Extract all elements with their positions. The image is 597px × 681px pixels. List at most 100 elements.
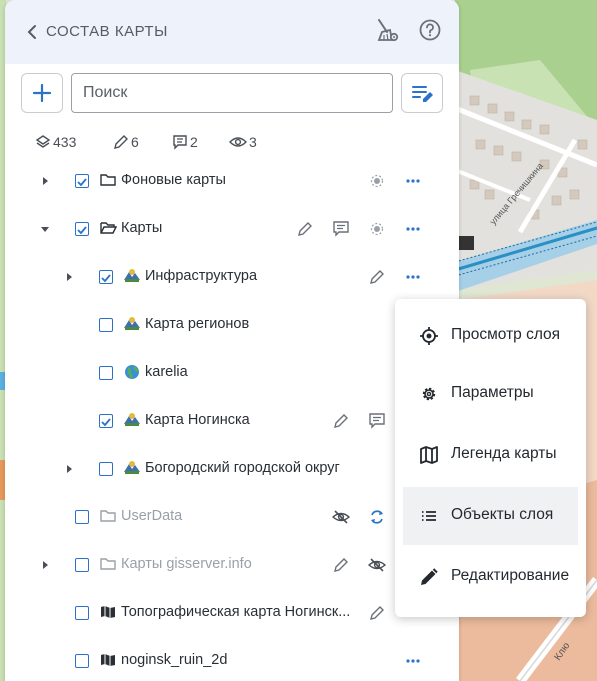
menu-item-map-legend[interactable]: Легенда карты bbox=[403, 426, 578, 484]
caret-down-icon[interactable] bbox=[39, 222, 51, 236]
search-input[interactable] bbox=[71, 73, 393, 113]
panel-title: СОСТАВ КАРТЫ bbox=[46, 23, 168, 40]
comments-count-value: 2 bbox=[190, 134, 198, 150]
editable-count: 6 bbox=[113, 134, 139, 150]
layers-count-value: 433 bbox=[53, 134, 77, 150]
layer-label: noginsk_ruin_2d bbox=[121, 652, 228, 668]
layer-label: Инфраструктура bbox=[145, 268, 258, 284]
layers-icon bbox=[35, 135, 51, 148]
menu-item-label: Редактирование bbox=[451, 567, 570, 584]
layer-checkbox[interactable] bbox=[75, 510, 89, 524]
layer-checkbox[interactable] bbox=[75, 558, 89, 572]
layer-context-menu: Просмотр слоя Параметры Легенда карты Об… bbox=[395, 299, 586, 617]
folder-icon bbox=[100, 174, 116, 186]
broom-settings-icon[interactable] bbox=[373, 18, 399, 44]
layer-label: Топографическая карта Ногинск... bbox=[121, 604, 351, 620]
layer-label: Карта Ногинска bbox=[145, 412, 250, 428]
view-layer-icon[interactable] bbox=[368, 172, 386, 190]
help-icon[interactable] bbox=[419, 19, 441, 41]
map-legend-icon bbox=[420, 446, 438, 464]
more-options-icon[interactable] bbox=[404, 172, 422, 190]
menu-item-editing[interactable]: Редактирование bbox=[403, 548, 578, 606]
more-options-icon[interactable] bbox=[404, 652, 422, 670]
caret-right-icon[interactable] bbox=[39, 174, 51, 188]
editable-count-value: 6 bbox=[131, 134, 139, 150]
layer-checkbox[interactable] bbox=[75, 222, 89, 236]
refresh-icon[interactable] bbox=[368, 508, 386, 526]
edit-list-button[interactable] bbox=[401, 73, 443, 113]
layer-label: Карты bbox=[121, 220, 163, 236]
menu-item-label: Объекты слоя bbox=[451, 506, 554, 523]
layer-checkbox[interactable] bbox=[99, 462, 113, 476]
tree-row-topographic-map[interactable]: Топографическая карта Ногинск... bbox=[5, 589, 459, 637]
tree-row-karelia[interactable]: karelia bbox=[5, 349, 459, 397]
edit-icon[interactable] bbox=[368, 604, 386, 622]
eye-off-icon[interactable] bbox=[332, 508, 350, 526]
tree-row-userdata[interactable]: UserData bbox=[5, 493, 459, 541]
more-options-icon[interactable] bbox=[404, 220, 422, 238]
tree-row-bogorodsky[interactable]: Богородский городской округ bbox=[5, 445, 459, 493]
map-layer-icon bbox=[124, 269, 140, 282]
tree-row-noginsk-ruin[interactable]: noginsk_ruin_2d bbox=[5, 637, 459, 681]
layer-label: Богородский городской округ bbox=[145, 460, 340, 476]
map-layer-icon bbox=[124, 413, 140, 426]
layer-checkbox[interactable] bbox=[99, 270, 113, 284]
layer-label: Карты gisserver.info bbox=[121, 556, 252, 572]
menu-item-view-layer[interactable]: Просмотр слоя bbox=[403, 307, 578, 365]
edit-icon[interactable] bbox=[332, 556, 350, 574]
gear-icon bbox=[422, 387, 436, 401]
caret-right-icon[interactable] bbox=[63, 462, 75, 476]
layer-label: karelia bbox=[145, 364, 188, 380]
edit-icon[interactable] bbox=[332, 412, 350, 430]
layer-checkbox[interactable] bbox=[99, 366, 113, 380]
visible-count-value: 3 bbox=[249, 134, 257, 150]
menu-item-label: Просмотр слоя bbox=[451, 326, 561, 343]
layer-label: Карта регионов bbox=[145, 316, 250, 332]
comment-icon[interactable] bbox=[368, 412, 386, 430]
tree-row-infrastructure[interactable]: Инфраструктура bbox=[5, 253, 459, 301]
tree-row-background-maps[interactable]: Фоновые карты bbox=[5, 157, 459, 205]
layer-checkbox[interactable] bbox=[99, 318, 113, 332]
comment-icon[interactable] bbox=[332, 220, 350, 238]
tree-row-noginsk-map[interactable]: Карта Ногинска bbox=[5, 397, 459, 445]
edit-icon[interactable] bbox=[296, 220, 314, 238]
layers-count: 433 bbox=[35, 134, 76, 150]
panel-header: СОСТАВ КАРТЫ bbox=[5, 0, 459, 64]
layer-label: UserData bbox=[121, 508, 183, 524]
menu-item-layer-objects[interactable]: Объекты слоя bbox=[403, 487, 578, 545]
eye-icon bbox=[229, 137, 247, 147]
tree-row-regions-map[interactable]: Карта регионов bbox=[5, 301, 459, 349]
layer-checkbox[interactable] bbox=[75, 606, 89, 620]
pencil-icon bbox=[421, 568, 438, 585]
folder-open-icon bbox=[100, 222, 117, 234]
layer-checkbox[interactable] bbox=[75, 174, 89, 188]
tree-row-maps[interactable]: Карты bbox=[5, 205, 459, 253]
target-icon bbox=[420, 327, 438, 345]
layer-checkbox[interactable] bbox=[99, 414, 113, 428]
edit-icon[interactable] bbox=[368, 268, 386, 286]
list-edit-icon bbox=[412, 86, 433, 102]
caret-right-icon[interactable] bbox=[39, 558, 51, 572]
comment-icon bbox=[173, 135, 187, 150]
folder-icon bbox=[100, 510, 116, 522]
view-layer-icon[interactable] bbox=[368, 220, 386, 238]
more-options-icon[interactable] bbox=[404, 268, 422, 286]
chevron-left-icon[interactable] bbox=[25, 23, 39, 41]
menu-item-parameters[interactable]: Параметры bbox=[403, 365, 578, 423]
plus-icon bbox=[32, 83, 52, 103]
add-layer-button[interactable] bbox=[21, 73, 63, 113]
pencil-icon bbox=[114, 135, 128, 149]
map-layer-icon bbox=[124, 461, 140, 474]
folder-icon bbox=[100, 558, 116, 570]
menu-item-label: Параметры bbox=[451, 384, 534, 401]
map-layer-icon bbox=[124, 317, 140, 330]
list-icon bbox=[422, 511, 436, 521]
caret-right-icon[interactable] bbox=[63, 270, 75, 284]
map-icon bbox=[101, 606, 115, 618]
layer-checkbox[interactable] bbox=[75, 654, 89, 668]
tree-row-gisserver-maps[interactable]: Карты gisserver.info bbox=[5, 541, 459, 589]
map-icon bbox=[101, 654, 115, 666]
eye-off-icon[interactable] bbox=[368, 556, 386, 574]
layer-label: Фоновые карты bbox=[121, 172, 226, 188]
comments-count: 2 bbox=[172, 134, 198, 150]
